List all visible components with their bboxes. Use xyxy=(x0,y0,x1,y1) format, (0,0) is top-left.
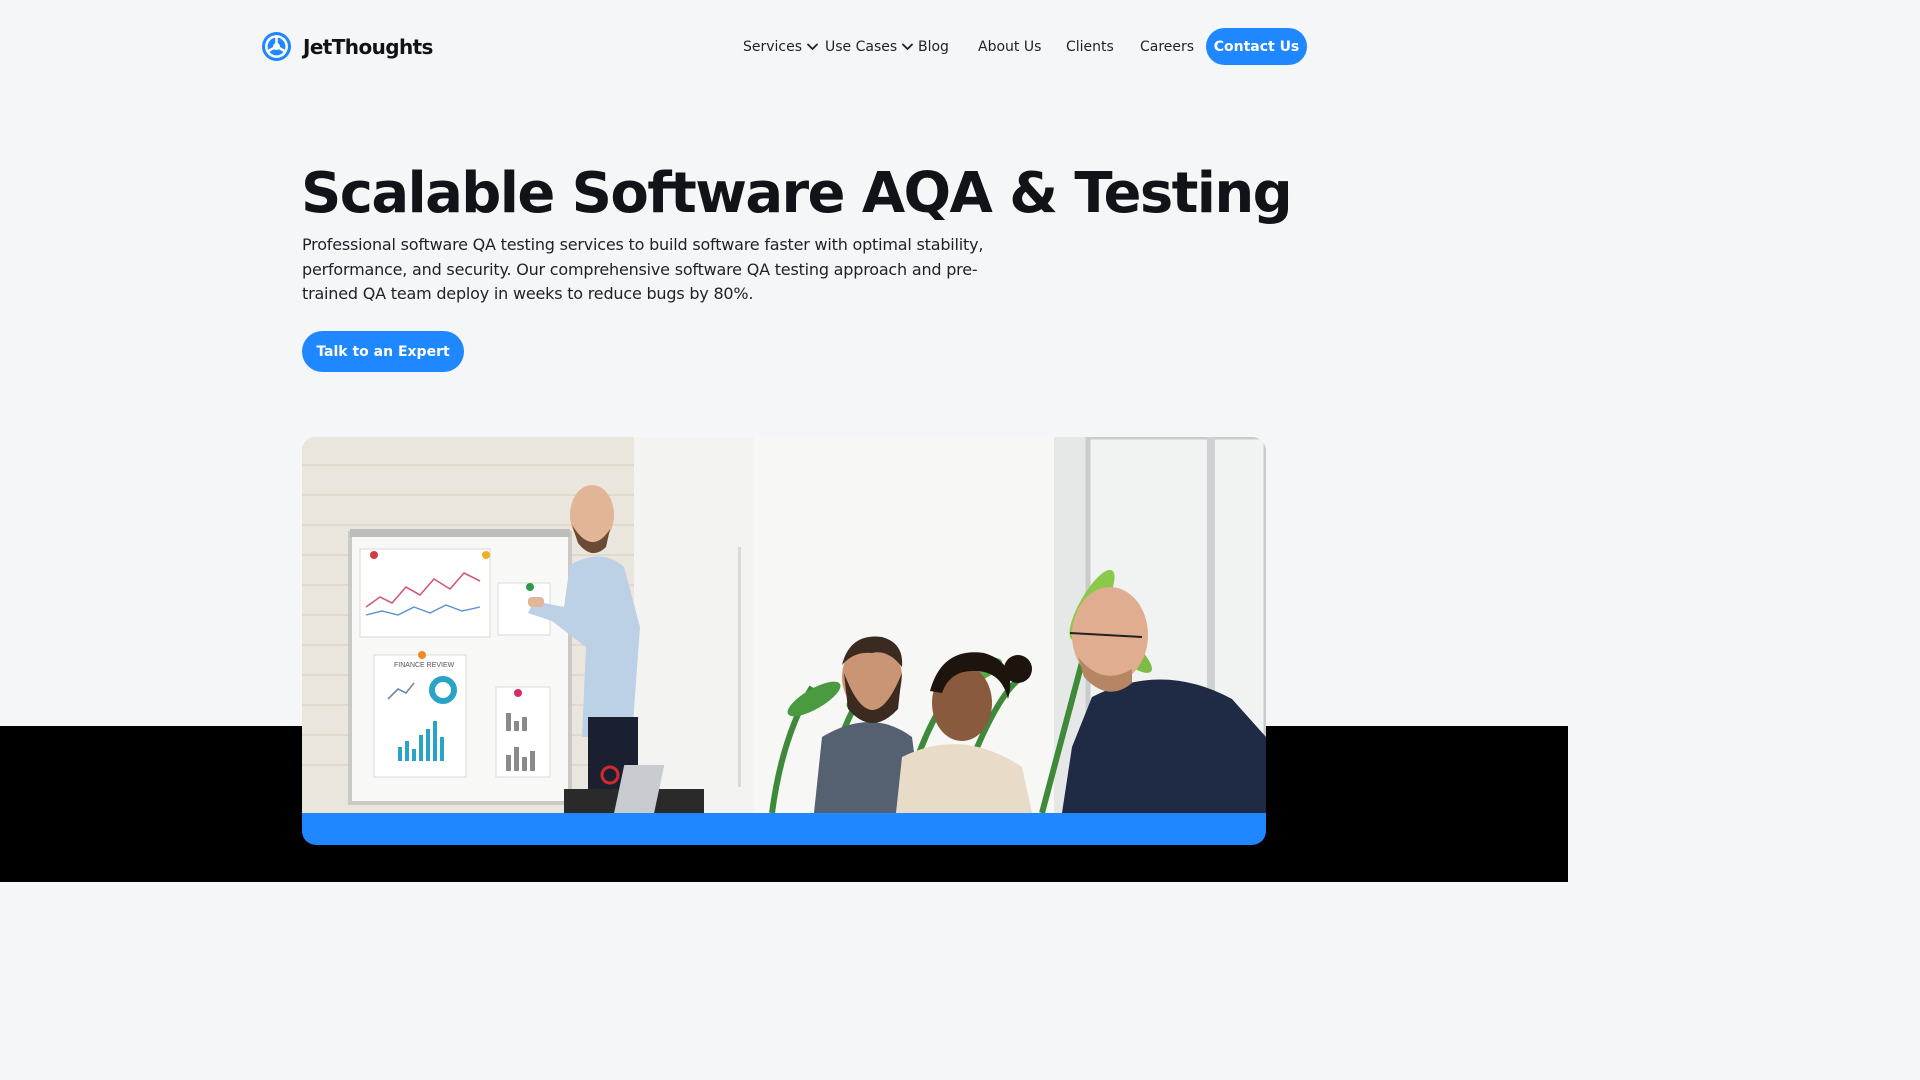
nav-item-use-cases[interactable]: Use Cases xyxy=(825,28,914,65)
nav-item-label: Careers xyxy=(1140,38,1195,55)
hero-image-card: FINANCE REVIEW xyxy=(302,437,1266,845)
page-title: Scalable Software AQA & Testing xyxy=(301,161,1293,226)
hero-description: Professional software QA testing service… xyxy=(302,235,984,303)
chevron-down-icon xyxy=(807,43,818,50)
nav-item-label: Use Cases xyxy=(825,38,898,55)
contact-us-button[interactable]: Contact Us xyxy=(1206,28,1307,65)
nav-item-label: Blog xyxy=(918,38,949,55)
nav-item-services[interactable]: Services xyxy=(743,28,818,65)
board-label: FINANCE REVIEW xyxy=(394,662,455,669)
team-meeting-photo: FINANCE REVIEW xyxy=(302,437,1266,813)
nav-item-about-us[interactable]: About Us xyxy=(978,28,1041,65)
nav-item-clients[interactable]: Clients xyxy=(1066,28,1114,65)
nav-item-blog[interactable]: Blog xyxy=(918,28,949,65)
nav-item-label: Clients xyxy=(1066,38,1114,55)
nav-item-label: About Us xyxy=(978,38,1042,55)
talk-to-expert-button[interactable]: Talk to an Expert xyxy=(302,331,464,372)
nav-item-label: Services xyxy=(743,38,803,55)
chevron-down-icon xyxy=(902,43,914,50)
nav-item-careers[interactable]: Careers xyxy=(1140,28,1194,65)
main-nav: Services Use Cases Blog About Us Clients… xyxy=(0,28,1568,65)
